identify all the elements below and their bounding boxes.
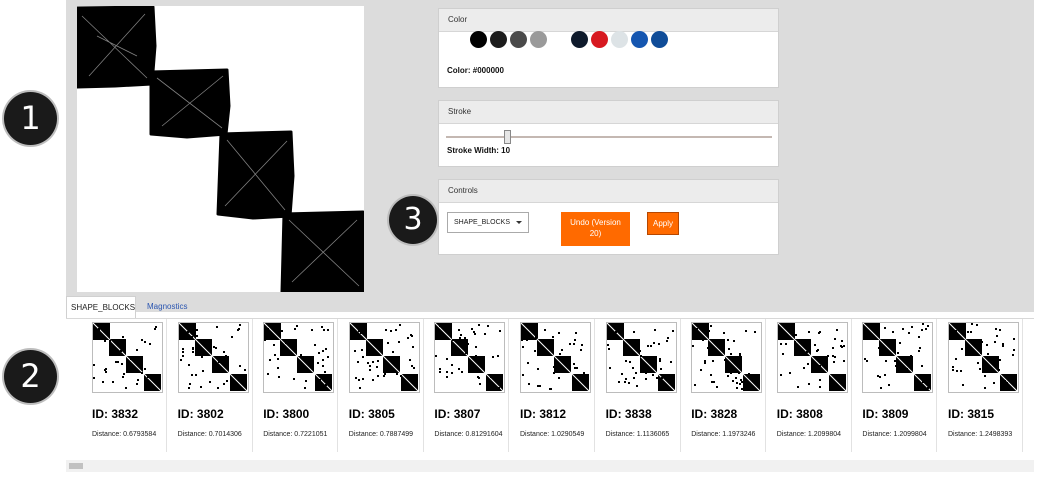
color-swatch-black[interactable] — [470, 31, 487, 48]
horizontal-scrollbar[interactable] — [66, 460, 1034, 472]
result-card[interactable]: ID: 3802 Distance: 0.7014306 — [169, 319, 253, 452]
result-id: ID: 3838 — [605, 407, 652, 421]
result-id: ID: 3812 — [520, 407, 567, 421]
stroke-slider-track[interactable] — [446, 136, 772, 138]
drawing-canvas[interactable] — [77, 6, 364, 292]
result-id: ID: 3808 — [776, 407, 823, 421]
result-distance: Distance: 1.2498393 — [948, 431, 1013, 438]
matrix-thumbnail — [348, 322, 420, 393]
matrix-thumbnail — [177, 322, 249, 393]
result-card[interactable]: ID: 3809 Distance: 1.2099804 — [853, 319, 938, 452]
result-card[interactable]: ID: 3832 Distance: 0.6793584 — [83, 319, 167, 452]
result-card[interactable]: ID: 3815 Distance: 1.2498393 — [939, 319, 1023, 452]
color-panel: Color — [438, 8, 779, 88]
result-id: ID: 3832 — [92, 407, 139, 421]
color-swatch-gray[interactable] — [530, 31, 547, 48]
tab-shape-blocks[interactable]: SHAPE_BLOCKS — [66, 296, 136, 318]
matrix-thumbnail — [605, 322, 677, 393]
result-card[interactable]: ID: 3808 Distance: 1.2099804 — [768, 319, 852, 452]
annotation-badge-3: 3 — [389, 196, 437, 244]
stroke-width-label: Stroke Width: 10 — [447, 146, 511, 155]
color-swatch-near-black[interactable] — [490, 31, 507, 48]
tab-magnostics[interactable]: Magnostics — [143, 296, 191, 318]
result-card[interactable]: ID: 3807 Distance: 0.81291604 — [425, 319, 510, 452]
apply-button[interactable]: Apply — [647, 212, 679, 235]
result-card[interactable]: ID: 3828 Distance: 1.1973246 — [682, 319, 767, 452]
color-swatch-red[interactable] — [591, 31, 608, 48]
result-distance: Distance: 1.1136065 — [605, 431, 670, 438]
matrix-thumbnail — [520, 322, 591, 393]
matrix-thumbnail — [776, 322, 848, 393]
result-card[interactable]: ID: 3812 Distance: 1.0290549 — [511, 319, 595, 452]
result-id: ID: 3807 — [434, 407, 481, 421]
result-distance: Distance: 1.0290549 — [520, 431, 585, 438]
scrollbar-thumb[interactable] — [69, 463, 83, 469]
matrix-thumbnail — [691, 322, 763, 393]
matrix-thumbnail — [862, 322, 934, 393]
result-id: ID: 3800 — [263, 407, 310, 421]
result-distance: Distance: 1.2099804 — [862, 431, 927, 438]
current-color-label: Color: #000000 — [447, 66, 504, 75]
controls-panel-header: Controls — [439, 180, 778, 203]
sketch-drawing — [77, 6, 364, 292]
result-distance: Distance: 0.7887499 — [348, 431, 414, 438]
result-id: ID: 3802 — [177, 407, 224, 421]
result-distance: Distance: 0.7014306 — [177, 431, 242, 438]
color-swatch-dark-gray[interactable] — [510, 31, 527, 48]
result-distance: Distance: 0.6793584 — [92, 431, 157, 438]
matrix-thumbnail — [948, 322, 1019, 393]
stroke-slider-thumb[interactable] — [504, 130, 511, 144]
shape-dropdown-value: SHAPE_BLOCKS — [454, 219, 511, 226]
annotation-badge-1: 1 — [4, 92, 57, 145]
color-swatch-light-gray[interactable] — [611, 31, 628, 48]
result-distance: Distance: 0.81291604 — [434, 431, 503, 438]
chevron-down-icon — [516, 221, 522, 224]
result-id: ID: 3828 — [691, 407, 738, 421]
result-card[interactable]: ID: 3838 Distance: 1.1136065 — [597, 319, 681, 452]
result-card[interactable]: ID: 3800 Distance: 0.7221051 — [254, 319, 339, 452]
color-panel-header: Color — [439, 9, 778, 32]
result-id: ID: 3809 — [862, 407, 909, 421]
stroke-panel: Stroke — [438, 100, 779, 167]
stroke-panel-header: Stroke — [439, 101, 778, 124]
shape-dropdown[interactable]: SHAPE_BLOCKS — [447, 212, 529, 233]
result-distance: Distance: 1.1973246 — [691, 431, 756, 438]
result-distance: Distance: 0.7221051 — [263, 431, 328, 438]
matrix-thumbnail — [263, 322, 335, 393]
color-swatch-blue[interactable] — [631, 31, 648, 48]
color-swatch-navy[interactable] — [571, 31, 588, 48]
annotation-badge-2: 2 — [4, 350, 57, 403]
undo-button[interactable]: Undo (Version 20) — [561, 212, 630, 246]
result-card[interactable]: ID: 3805 Distance: 0.7887499 — [340, 319, 424, 452]
result-id: ID: 3815 — [948, 407, 995, 421]
results-strip: ID: 3832 Distance: 0.6793584 ID: 3802 Dista… — [66, 318, 1034, 456]
matrix-thumbnail — [434, 322, 506, 393]
result-distance: Distance: 1.2099804 — [776, 431, 842, 438]
result-id: ID: 3805 — [348, 407, 395, 421]
matrix-thumbnail — [92, 322, 163, 393]
color-swatch-dark-blue[interactable] — [651, 31, 668, 48]
